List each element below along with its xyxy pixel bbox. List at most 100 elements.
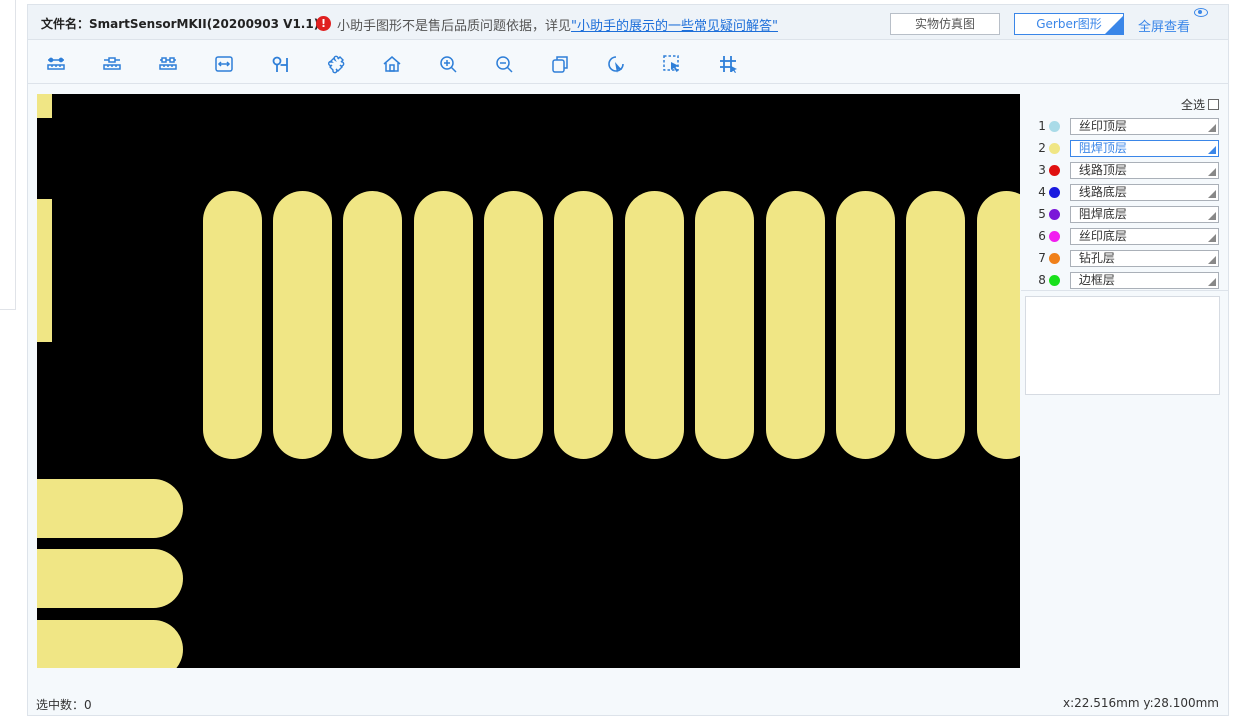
layer-color-dot[interactable] <box>1048 120 1060 132</box>
measure-2-icon[interactable] <box>101 53 123 75</box>
pad[interactable] <box>906 191 965 459</box>
pad[interactable] <box>37 620 183 668</box>
layer-name-field[interactable]: 线路底层 <box>1069 183 1219 201</box>
layer-name: 丝印底层 <box>1078 228 1127 243</box>
select-all-toggle[interactable]: 全选 <box>1181 96 1219 113</box>
pad[interactable] <box>37 479 183 538</box>
select-box-icon[interactable] <box>661 53 683 75</box>
eye-icon[interactable] <box>1194 8 1208 17</box>
pad[interactable] <box>625 191 684 459</box>
layer-color-dot[interactable] <box>1048 186 1060 198</box>
file-name-label: 文件名：SmartSensorMKII(20200903 V1.1) <box>41 17 320 31</box>
layer-number: 8 <box>1038 273 1046 287</box>
layer-name-field[interactable]: 钻孔层 <box>1069 249 1219 267</box>
resize-grip-icon <box>1208 145 1216 154</box>
layer-number: 1 <box>1038 119 1046 133</box>
notice-text: 小助手图形不是售后品质问题依据，详见"小助手的展示的一些常见疑问解答" <box>337 15 778 34</box>
layer-row[interactable]: 3 线路顶层 <box>1037 161 1219 179</box>
layer-name-field[interactable]: 阻焊底层 <box>1069 205 1219 223</box>
warning-icon: ! <box>316 16 331 31</box>
board-edge-pad <box>37 94 52 118</box>
layer-color-dot[interactable] <box>1048 252 1060 264</box>
gerber-viewer: 文件名：SmartSensorMKII(20200903 V1.1) ! 小助手… <box>27 4 1229 716</box>
left-side-panel <box>0 0 16 310</box>
layer-row[interactable]: 1 丝印顶层 <box>1037 117 1219 135</box>
resize-grip-icon <box>1208 167 1216 176</box>
layer-number: 5 <box>1038 207 1046 221</box>
layer-number: 2 <box>1038 141 1046 155</box>
probe-icon[interactable] <box>269 53 291 75</box>
layer-row[interactable]: 6 丝印底层 <box>1037 227 1219 245</box>
layer-name: 丝印顶层 <box>1078 118 1127 133</box>
layer-name-field[interactable]: 边框层 <box>1069 271 1219 289</box>
layer-name: 线路底层 <box>1078 184 1127 199</box>
layer-color-dot[interactable] <box>1048 142 1060 154</box>
board-edge-pad <box>37 199 52 342</box>
measure-3-icon[interactable] <box>157 53 179 75</box>
layer-name-field[interactable]: 丝印底层 <box>1069 227 1219 245</box>
layer-number: 3 <box>1038 163 1046 177</box>
layer-row[interactable]: 7 钻孔层 <box>1037 249 1219 267</box>
resize-grip-icon <box>1208 233 1216 242</box>
resize-grip-icon <box>1208 211 1216 220</box>
select-all-checkbox[interactable] <box>1208 99 1219 110</box>
grid-icon[interactable] <box>717 53 739 75</box>
pad[interactable] <box>37 549 183 608</box>
check-icon: ✓ <box>1110 16 1120 29</box>
selected-count: 选中数：0 <box>36 698 92 712</box>
layer-name-field[interactable]: 阻焊顶层 <box>1069 139 1219 157</box>
zoom-in-icon[interactable] <box>437 53 459 75</box>
faq-link[interactable]: "小助手的展示的一些常见疑问解答" <box>571 19 778 34</box>
rotate-icon[interactable] <box>605 53 627 75</box>
layer-number: 4 <box>1038 185 1046 199</box>
layer-number: 7 <box>1038 251 1046 265</box>
pad[interactable] <box>977 191 1020 459</box>
puzzle-icon[interactable] <box>325 53 347 75</box>
layer-row[interactable]: 2 阻焊顶层 <box>1037 139 1219 157</box>
resize-grip-icon <box>1208 277 1216 286</box>
notice-message: 小助手图形不是售后品质问题依据，详见 <box>337 19 572 34</box>
pad[interactable] <box>343 191 402 459</box>
pad[interactable] <box>484 191 543 459</box>
copy-layer-icon[interactable] <box>549 53 571 75</box>
layer-name: 钻孔层 <box>1078 250 1115 265</box>
resize-grip-icon <box>1208 255 1216 264</box>
layer-row[interactable]: 5 阻焊底层 <box>1037 205 1219 223</box>
layer-panel: 全选 1 丝印顶层 2 阻焊顶层 3 线路顶层 4 线路底层 5 阻焊底层 6 丝印底层 7 钻孔层 8 边框… <box>1021 94 1229 694</box>
layer-name: 边框层 <box>1078 272 1115 287</box>
select-all-label: 全选 <box>1180 98 1205 112</box>
layer-name: 阻焊底层 <box>1078 206 1127 221</box>
layer-color-dot[interactable] <box>1048 230 1060 242</box>
layer-row[interactable]: 4 线路底层 <box>1037 183 1219 201</box>
measure-icon[interactable] <box>45 53 67 75</box>
fullscreen-link[interactable]: 全屏查看 <box>1138 16 1190 35</box>
cursor-coordinates: x:22.516mm y:28.100mm <box>1063 696 1219 710</box>
pad[interactable] <box>273 191 332 459</box>
pcb-canvas[interactable] <box>37 94 1020 668</box>
pad[interactable] <box>414 191 473 459</box>
layer-color-dot[interactable] <box>1048 208 1060 220</box>
gerber-view-button[interactable]: Gerber图形 ✓ <box>1014 13 1124 35</box>
layer-name-field[interactable]: 线路顶层 <box>1069 161 1219 179</box>
gerber-view-label: Gerber图形 <box>1036 17 1102 31</box>
pad[interactable] <box>695 191 754 459</box>
pad[interactable] <box>766 191 825 459</box>
toolbar <box>28 41 1228 84</box>
resize-grip-icon <box>1208 189 1216 198</box>
pad[interactable] <box>836 191 895 459</box>
simulation-view-button[interactable]: 实物仿真图 <box>890 13 1000 35</box>
header-bar: 文件名：SmartSensorMKII(20200903 V1.1) ! 小助手… <box>28 5 1228 40</box>
layer-info-box <box>1025 296 1220 395</box>
zoom-out-icon[interactable] <box>493 53 515 75</box>
layer-name: 阻焊顶层 <box>1078 140 1127 155</box>
pad[interactable] <box>554 191 613 459</box>
layer-color-dot[interactable] <box>1048 274 1060 286</box>
layer-row[interactable]: 8 边框层 <box>1037 271 1219 289</box>
pad[interactable] <box>203 191 262 459</box>
home-icon[interactable] <box>381 53 403 75</box>
panel-divider <box>1021 290 1229 291</box>
width-measure-icon[interactable] <box>213 53 235 75</box>
layer-color-dot[interactable] <box>1048 164 1060 176</box>
layer-number: 6 <box>1038 229 1046 243</box>
layer-name-field[interactable]: 丝印顶层 <box>1069 117 1219 135</box>
